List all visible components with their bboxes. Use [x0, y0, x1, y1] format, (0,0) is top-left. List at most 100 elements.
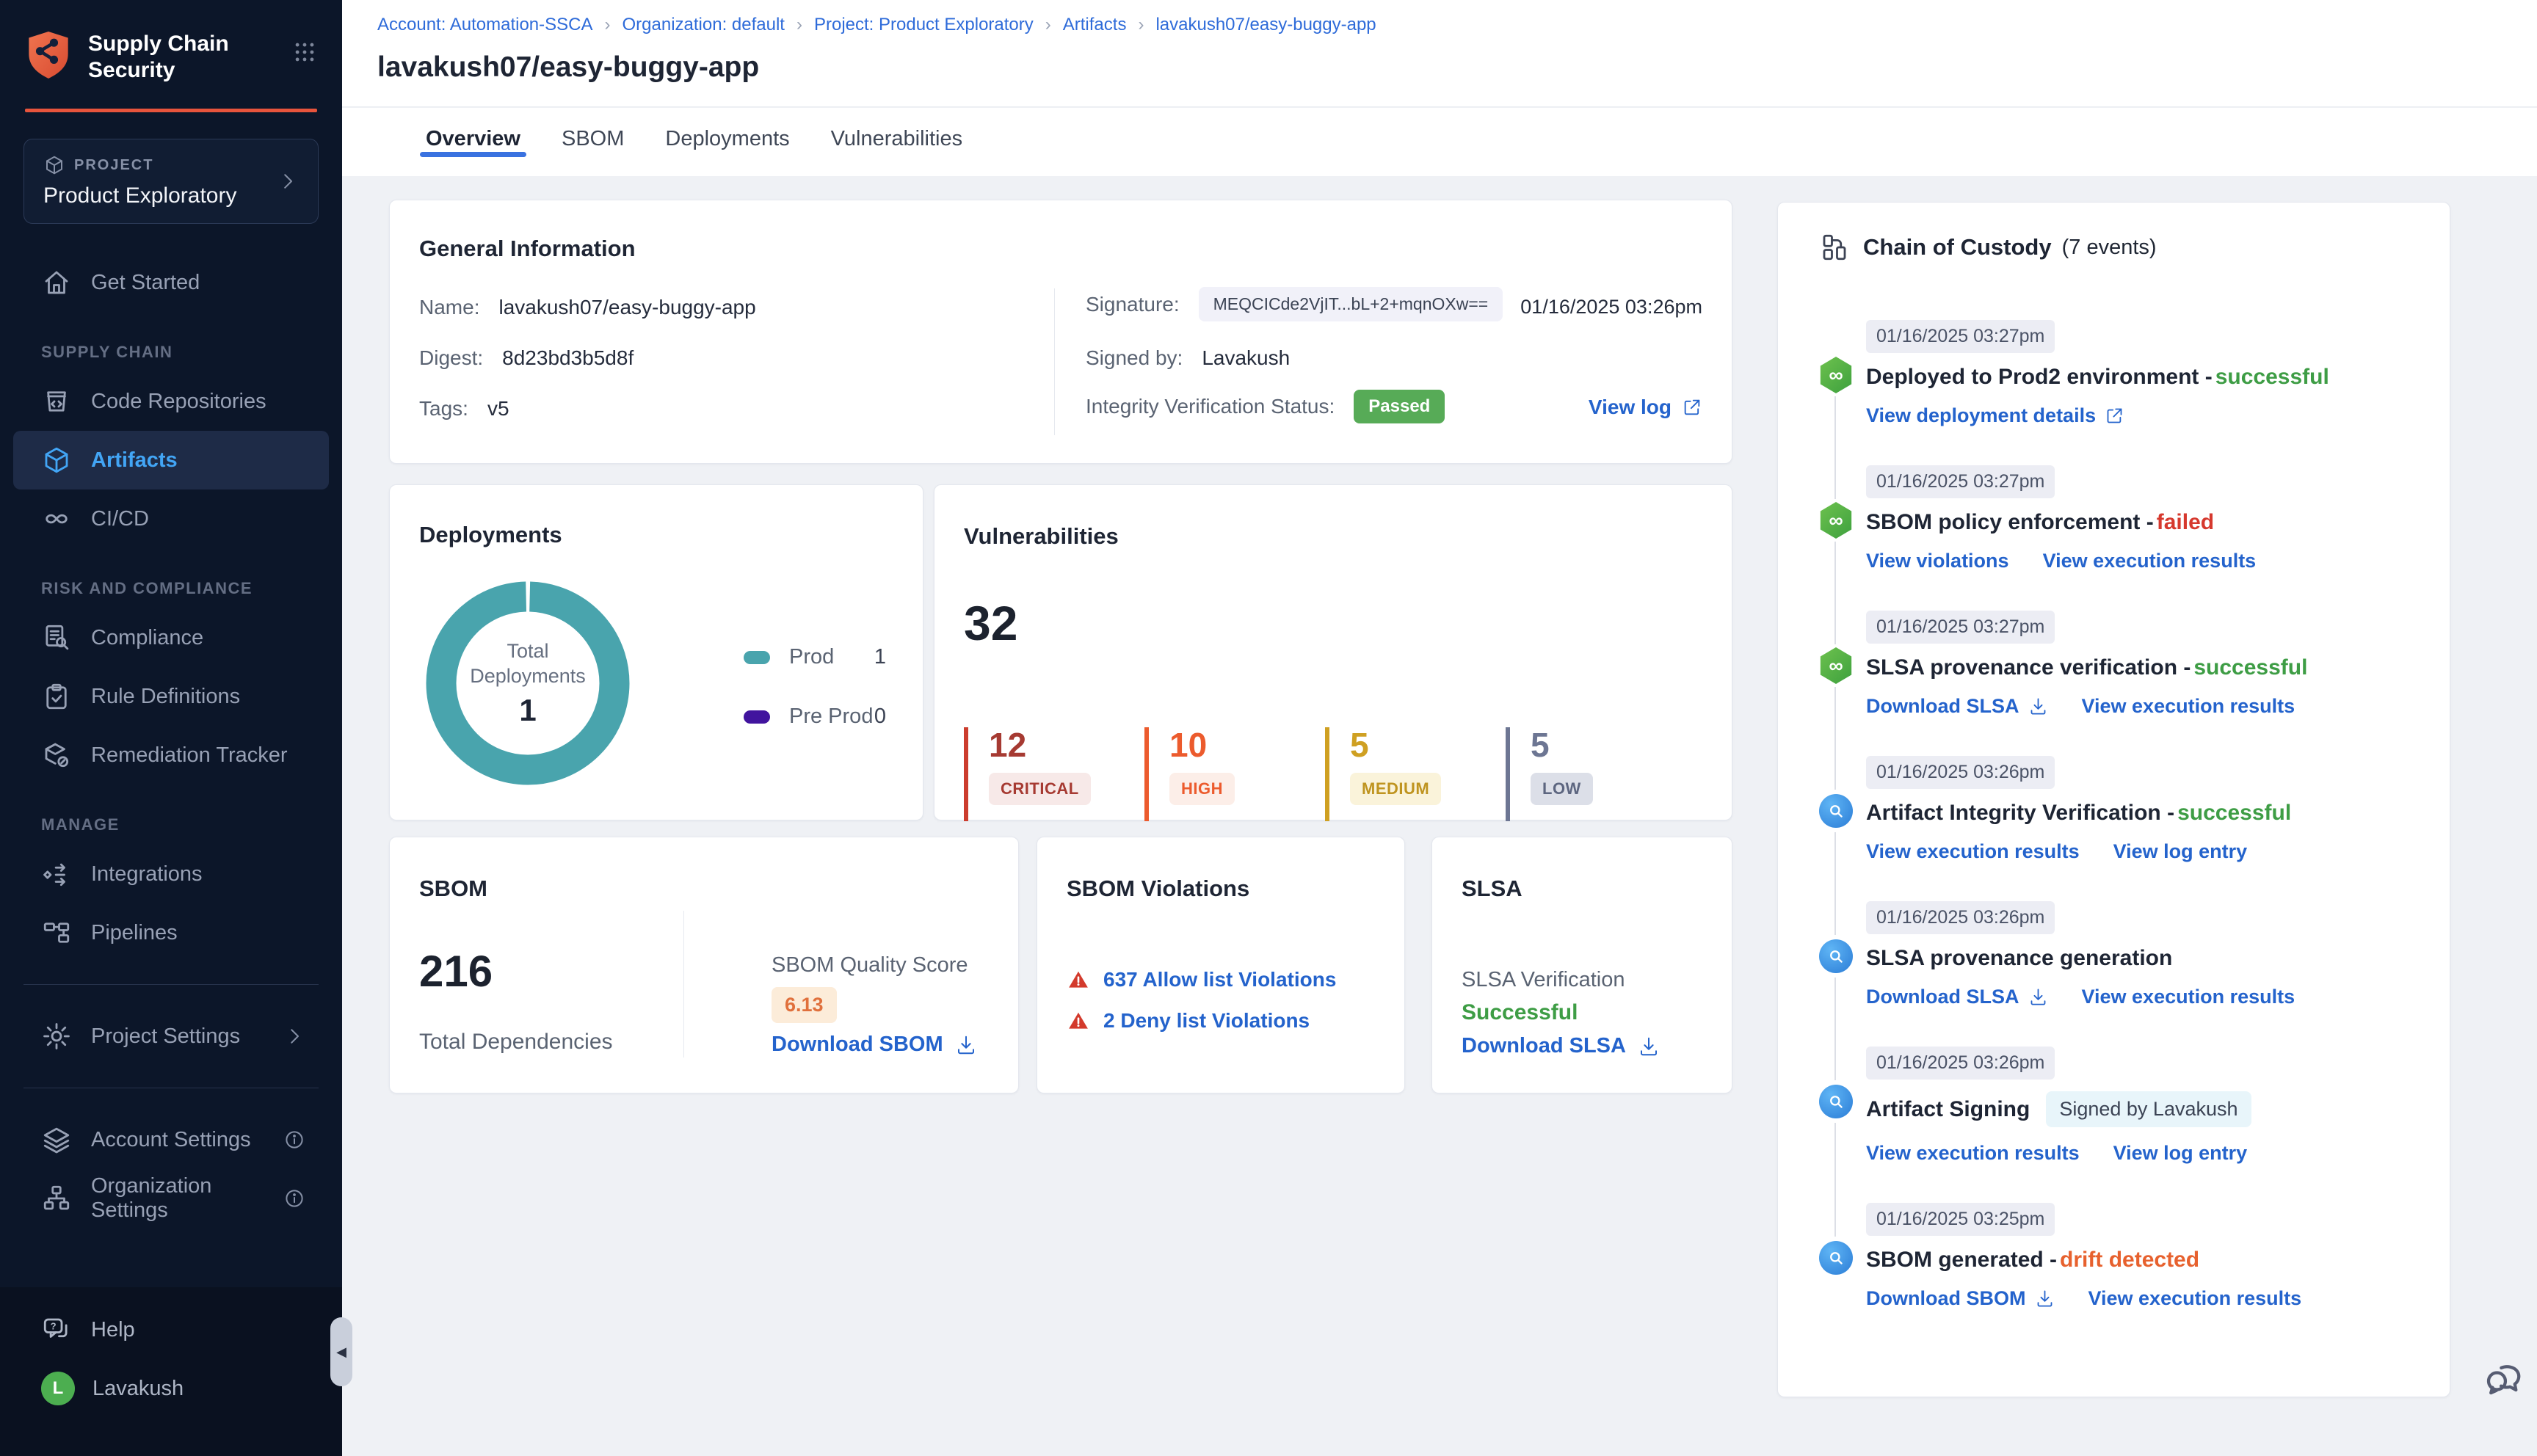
pipeline-event-icon: ∞ — [1819, 647, 1853, 684]
sidebar-item-ci-cd[interactable]: CI/CD — [0, 489, 342, 548]
deployments-legend: Prod 1 Pre Prod 0 — [744, 645, 886, 764]
tab-vulnerabilities[interactable]: Vulnerabilities — [830, 108, 964, 157]
event-timestamp: 01/16/2025 03:25pm — [1866, 1203, 2055, 1236]
tab-overview[interactable]: Overview — [420, 108, 526, 157]
breadcrumb-link-account-automation-ssca[interactable]: Account: Automation-SSCA — [377, 15, 592, 35]
event-link-view-execution-results[interactable]: View execution results — [2043, 550, 2257, 572]
breadcrumb-link-project-product-exploratory[interactable]: Project: Product Exploratory — [814, 15, 1034, 35]
sidebar-item-label: CI/CD — [91, 506, 149, 531]
event-links: Download SLSA View execution results — [1866, 986, 2413, 1008]
event-link-view-execution-results[interactable]: View execution results — [2082, 695, 2295, 718]
sbom-title: SBOM — [419, 876, 487, 901]
breadcrumb: Account: Automation-SSCA › Organization: d… — [377, 15, 2537, 35]
legend-swatch — [744, 650, 770, 664]
violation-row: 637 Allow list Violations — [1067, 968, 1336, 991]
severity-badge: LOW — [1531, 773, 1593, 805]
event-title-row: Artifact Signing Signed by Lavakush — [1866, 1091, 2413, 1127]
help-button[interactable]: ? Help — [0, 1287, 342, 1359]
user-menu[interactable]: L Lavakush — [0, 1359, 342, 1418]
sbom-total-label: Total Dependencies — [419, 1030, 613, 1054]
legend-value: 0 — [874, 705, 886, 728]
event-link-view-execution-results[interactable]: View execution results — [2082, 986, 2295, 1008]
warning-triangle-icon — [1067, 969, 1090, 991]
event-dash: - — [2199, 365, 2213, 389]
scan-event-icon — [1819, 793, 1853, 829]
event-link-download-slsa[interactable]: Download SLSA — [1866, 695, 2048, 718]
violation-link-637-allow-list-violations[interactable]: 637 Allow list Violations — [1103, 968, 1336, 991]
violation-link-2-deny-list-violations[interactable]: 2 Deny list Violations — [1103, 1009, 1310, 1033]
event-link-view-execution-results[interactable]: View execution results — [1866, 1142, 2080, 1165]
legend-label: Pre Prod — [789, 705, 874, 728]
project-selector[interactable]: PROJECT Product Exploratory — [23, 139, 319, 224]
event-title-row: SLSA provenance generation — [1866, 946, 2413, 971]
pipeline-icon — [41, 917, 72, 948]
page-header: Account: Automation-SSCA › Organization: d… — [342, 0, 2537, 107]
event-link-label: View violations — [1866, 550, 2009, 572]
event-link-label: View execution results — [2081, 986, 2295, 1008]
severity-high: 10 HIGH — [1144, 727, 1325, 821]
severity-badge: MEDIUM — [1350, 773, 1442, 805]
event-link-view-log-entry[interactable]: View log entry — [2113, 1142, 2248, 1165]
sidebar-item-integrations[interactable]: Integrations — [0, 845, 342, 903]
event-timestamp: 01/16/2025 03:26pm — [1866, 1046, 2055, 1080]
breadcrumb-link-lavakush07-easy-buggy-app[interactable]: lavakush07/easy-buggy-app — [1155, 15, 1376, 35]
severity-count: 5 — [1531, 726, 1550, 764]
chat-bubbles-icon[interactable] — [2483, 1352, 2530, 1399]
digest-label: Digest: — [419, 346, 484, 369]
breadcrumb-link-organization-default[interactable]: Organization: default — [622, 15, 784, 35]
event-links: View violations View execution results — [1866, 550, 2413, 572]
signature-value: MEQCICde2VjIT...bL+2+mqnOXw== — [1198, 287, 1503, 321]
severity-low: 5 LOW — [1506, 727, 1686, 821]
sidebar-item-artifacts[interactable]: Artifacts — [13, 431, 329, 489]
event-link-view-execution-results[interactable]: View execution results — [1866, 840, 2080, 863]
sidebar-item-label: Code Repositories — [91, 389, 266, 413]
help-label: Help — [91, 1317, 135, 1342]
download-slsa-link[interactable]: Download SLSA — [1462, 1034, 1660, 1058]
sidebar-item-get-started[interactable]: Get Started — [0, 253, 342, 312]
event-link-view-deployment-details[interactable]: View deployment details — [1866, 404, 2124, 427]
event-timestamp: 01/16/2025 03:27pm — [1866, 611, 2055, 644]
integrity-status-badge: Passed — [1354, 390, 1445, 423]
app-root: { "colors": { "accent_red": "#e8543c", "… — [0, 0, 2537, 1456]
download-sbom-link[interactable]: Download SBOM — [772, 1033, 977, 1057]
sidebar-item-account-settings[interactable]: Account Settings — [0, 1110, 342, 1169]
sidebar-item-remediation-tracker[interactable]: Remediation Tracker — [0, 726, 342, 785]
download-icon — [2028, 696, 2048, 716]
name-value: lavakush07/easy-buggy-app — [498, 296, 756, 318]
event-link-view-violations[interactable]: View violations — [1866, 550, 2009, 572]
sidebar-item-organization-settings[interactable]: Organization Settings — [0, 1169, 342, 1228]
severity-count: 12 — [989, 726, 1027, 764]
event-link-view-execution-results[interactable]: View execution results — [2088, 1287, 2302, 1310]
sidebar-item-project-settings[interactable]: Project Settings — [0, 1007, 342, 1066]
event-dash: - — [2160, 801, 2175, 825]
share-arrows-icon — [41, 859, 72, 889]
nav-section-manage: MANAGE — [41, 815, 120, 834]
sidebar-item-code-repositories[interactable]: Code Repositories — [0, 372, 342, 431]
sidebar-item-rule-definitions[interactable]: Rule Definitions — [0, 667, 342, 726]
module-grid-icon[interactable] — [292, 40, 317, 65]
sidebar-item-pipelines[interactable]: Pipelines — [0, 903, 342, 962]
timeline-event: 01/16/2025 03:26pm Artifact Integrity Ver… — [1819, 756, 2413, 935]
sidebar-item-compliance[interactable]: Compliance — [0, 608, 342, 667]
event-link-view-log-entry[interactable]: View log entry — [2113, 840, 2248, 863]
view-log-link[interactable]: View log — [1589, 396, 1702, 419]
event-link-download-slsa[interactable]: Download SLSA — [1866, 986, 2048, 1008]
tab-deployments[interactable]: Deployments — [664, 108, 791, 157]
event-title: SBOM policy enforcement — [1866, 510, 2141, 534]
sidebar-collapse-handle[interactable]: ◀ — [330, 1317, 352, 1386]
event-link-download-sbom[interactable]: Download SBOM — [1866, 1287, 2055, 1310]
event-link-label: View execution results — [2042, 550, 2257, 572]
sidebar-header: Supply Chain Security — [0, 0, 342, 84]
help-chat-icon: ? — [41, 1314, 72, 1345]
supply-chain-security-logo-icon — [25, 29, 72, 81]
sidebar-item-label: Organization Settings — [91, 1174, 212, 1222]
project-name: Product Exploratory — [43, 183, 237, 208]
product-name: Supply Chain Security — [88, 32, 229, 82]
breadcrumb-link-artifacts[interactable]: Artifacts — [1063, 15, 1127, 35]
legend-label: Prod — [789, 645, 835, 669]
tab-sbom[interactable]: SBOM — [560, 108, 625, 157]
event-link-label: View log entry — [2113, 840, 2248, 862]
project-selector-text: PROJECT Product Exploratory — [43, 154, 277, 208]
nav-section-supply-chain: SUPPLY CHAIN — [41, 343, 173, 361]
chevron-right-icon — [277, 170, 299, 192]
